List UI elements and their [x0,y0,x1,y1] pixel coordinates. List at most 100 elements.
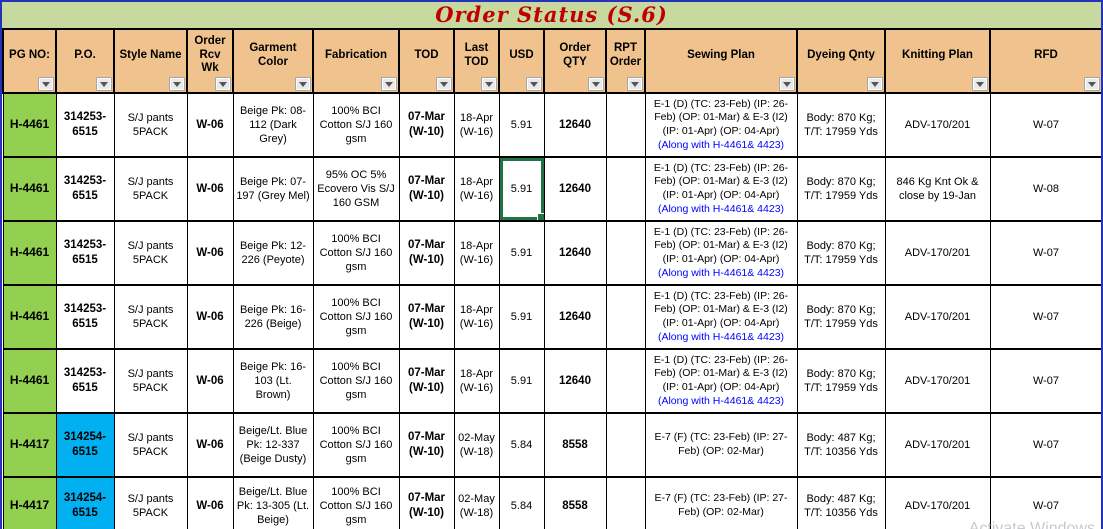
filter-dropdown-rfd[interactable] [1084,77,1100,91]
cell-po[interactable]: 314254-6515 [55,412,115,478]
cell-pg-no[interactable]: H-4461 [2,220,57,286]
cell-garment-color[interactable]: Beige Pk: 12-226 (Peyote) [232,220,314,286]
cell-usd[interactable]: 5.84 [498,476,545,529]
cell-order-qty[interactable]: 12640 [543,92,607,158]
cell-last-tod[interactable]: 02-May (W-18) [453,412,500,478]
cell-last-tod[interactable]: 18-Apr (W-16) [453,284,500,350]
cell-style-name[interactable]: S/J pants 5PACK [113,284,188,350]
cell-tod[interactable]: 07-Mar (W-10) [398,220,455,286]
cell-last-tod[interactable]: 02-May (W-18) [453,476,500,529]
cell-order-rcv-wk[interactable]: W-06 [186,348,234,414]
cell-rpt-order[interactable] [605,284,646,350]
cell-rpt-order[interactable] [605,348,646,414]
cell-usd[interactable]: 5.91 [498,348,545,414]
cell-garment-color[interactable]: Beige Pk: 16-103 (Lt. Brown) [232,348,314,414]
filter-dropdown-ltod[interactable] [481,77,497,91]
cell-usd[interactable]: 5.84 [498,412,545,478]
cell-sewing-plan[interactable]: E-1 (D) (TC: 23-Feb) (IP: 26-Feb) (OP: 0… [644,92,798,158]
cell-knitting-plan[interactable]: 846 Kg Knt Ok & close by 19-Jan [884,156,991,222]
cell-knitting-plan[interactable]: ADV-170/201 [884,220,991,286]
cell-rfd[interactable]: W-07 [989,412,1101,478]
cell-usd[interactable]: 5.91 [498,220,545,286]
cell-dyeing-qnty[interactable]: Body: 870 Kg; T/T: 17959 Yds [796,156,886,222]
filter-dropdown-tod[interactable] [436,77,452,91]
cell-rfd[interactable]: W-07 [989,92,1101,158]
filter-dropdown-sewing[interactable] [779,77,795,91]
filter-dropdown-po[interactable] [96,77,112,91]
cell-order-rcv-wk[interactable]: W-06 [186,412,234,478]
cell-tod[interactable]: 07-Mar (W-10) [398,412,455,478]
cell-knitting-plan[interactable]: ADV-170/201 [884,476,991,529]
filter-dropdown-dyeing[interactable] [867,77,883,91]
cell-pg-no[interactable]: H-4461 [2,284,57,350]
cell-rfd[interactable]: W-07 [989,476,1101,529]
cell-order-qty[interactable]: 8558 [543,412,607,478]
filter-dropdown-fab[interactable] [381,77,397,91]
filter-dropdown-color[interactable] [295,77,311,91]
cell-dyeing-qnty[interactable]: Body: 870 Kg; T/T: 17959 Yds [796,348,886,414]
cell-tod[interactable]: 07-Mar (W-10) [398,476,455,529]
cell-sewing-plan[interactable]: E-1 (D) (TC: 23-Feb) (IP: 26-Feb) (OP: 0… [644,284,798,350]
cell-dyeing-qnty[interactable]: Body: 870 Kg; T/T: 17959 Yds [796,92,886,158]
cell-pg-no[interactable]: H-4461 [2,156,57,222]
cell-order-rcv-wk[interactable]: W-06 [186,220,234,286]
filter-dropdown-rpt[interactable] [627,77,643,91]
filter-dropdown-style[interactable] [169,77,185,91]
filter-dropdown-usd[interactable] [526,77,542,91]
cell-tod[interactable]: 07-Mar (W-10) [398,284,455,350]
cell-order-rcv-wk[interactable]: W-06 [186,284,234,350]
cell-order-qty[interactable]: 12640 [543,220,607,286]
cell-knitting-plan[interactable]: ADV-170/201 [884,284,991,350]
cell-order-rcv-wk[interactable]: W-06 [186,476,234,529]
cell-rpt-order[interactable] [605,156,646,222]
cell-last-tod[interactable]: 18-Apr (W-16) [453,92,500,158]
cell-pg-no[interactable]: H-4417 [2,412,57,478]
cell-garment-color[interactable]: Beige Pk: 07-197 (Grey Mel) [232,156,314,222]
cell-tod[interactable]: 07-Mar (W-10) [398,92,455,158]
cell-dyeing-qnty[interactable]: Body: 870 Kg; T/T: 17959 Yds [796,284,886,350]
cell-usd[interactable]: 5.91 [498,156,545,222]
cell-last-tod[interactable]: 18-Apr (W-16) [453,348,500,414]
cell-po[interactable]: 314254-6515 [55,476,115,529]
cell-style-name[interactable]: S/J pants 5PACK [113,348,188,414]
cell-order-qty[interactable]: 12640 [543,348,607,414]
cell-order-qty[interactable]: 12640 [543,284,607,350]
cell-fabrication[interactable]: 100% BCI Cotton S/J 160 gsm [312,412,400,478]
cell-style-name[interactable]: S/J pants 5PACK [113,156,188,222]
cell-garment-color[interactable]: Beige/Lt. Blue Pk: 12-337 (Beige Dusty) [232,412,314,478]
cell-fabrication[interactable]: 100% BCI Cotton S/J 160 gsm [312,220,400,286]
cell-rfd[interactable]: W-07 [989,220,1101,286]
cell-knitting-plan[interactable]: ADV-170/201 [884,412,991,478]
cell-sewing-plan[interactable]: E-1 (D) (TC: 23-Feb) (IP: 26-Feb) (OP: 0… [644,220,798,286]
cell-pg-no[interactable]: H-4461 [2,92,57,158]
cell-pg-no[interactable]: H-4417 [2,476,57,529]
cell-sewing-plan[interactable]: E-1 (D) (TC: 23-Feb) (IP: 26-Feb) (OP: 0… [644,156,798,222]
cell-usd[interactable]: 5.91 [498,92,545,158]
cell-dyeing-qnty[interactable]: Body: 487 Kg; T/T: 10356 Yds [796,412,886,478]
cell-tod[interactable]: 07-Mar (W-10) [398,348,455,414]
cell-rpt-order[interactable] [605,412,646,478]
cell-rfd[interactable]: W-08 [989,156,1101,222]
cell-knitting-plan[interactable]: ADV-170/201 [884,348,991,414]
filter-dropdown-knit[interactable] [972,77,988,91]
cell-fabrication[interactable]: 95% OC 5% Ecovero Vis S/J 160 GSM [312,156,400,222]
filter-dropdown-rcv[interactable] [215,77,231,91]
cell-last-tod[interactable]: 18-Apr (W-16) [453,156,500,222]
filter-dropdown-qty[interactable] [588,77,604,91]
cell-rfd[interactable]: W-07 [989,348,1101,414]
cell-style-name[interactable]: S/J pants 5PACK [113,220,188,286]
cell-sewing-plan[interactable]: E-7 (F) (TC: 23-Feb) (IP: 27-Feb) (OP: 0… [644,412,798,478]
cell-rpt-order[interactable] [605,220,646,286]
cell-po[interactable]: 314253-6515 [55,348,115,414]
cell-rpt-order[interactable] [605,476,646,529]
cell-po[interactable]: 314253-6515 [55,156,115,222]
cell-usd[interactable]: 5.91 [498,284,545,350]
cell-style-name[interactable]: S/J pants 5PACK [113,412,188,478]
cell-fabrication[interactable]: 100% BCI Cotton S/J 160 gsm [312,92,400,158]
cell-style-name[interactable]: S/J pants 5PACK [113,92,188,158]
cell-order-rcv-wk[interactable]: W-06 [186,156,234,222]
cell-pg-no[interactable]: H-4461 [2,348,57,414]
cell-po[interactable]: 314253-6515 [55,92,115,158]
cell-rfd[interactable]: W-07 [989,284,1101,350]
cell-order-qty[interactable]: 12640 [543,156,607,222]
